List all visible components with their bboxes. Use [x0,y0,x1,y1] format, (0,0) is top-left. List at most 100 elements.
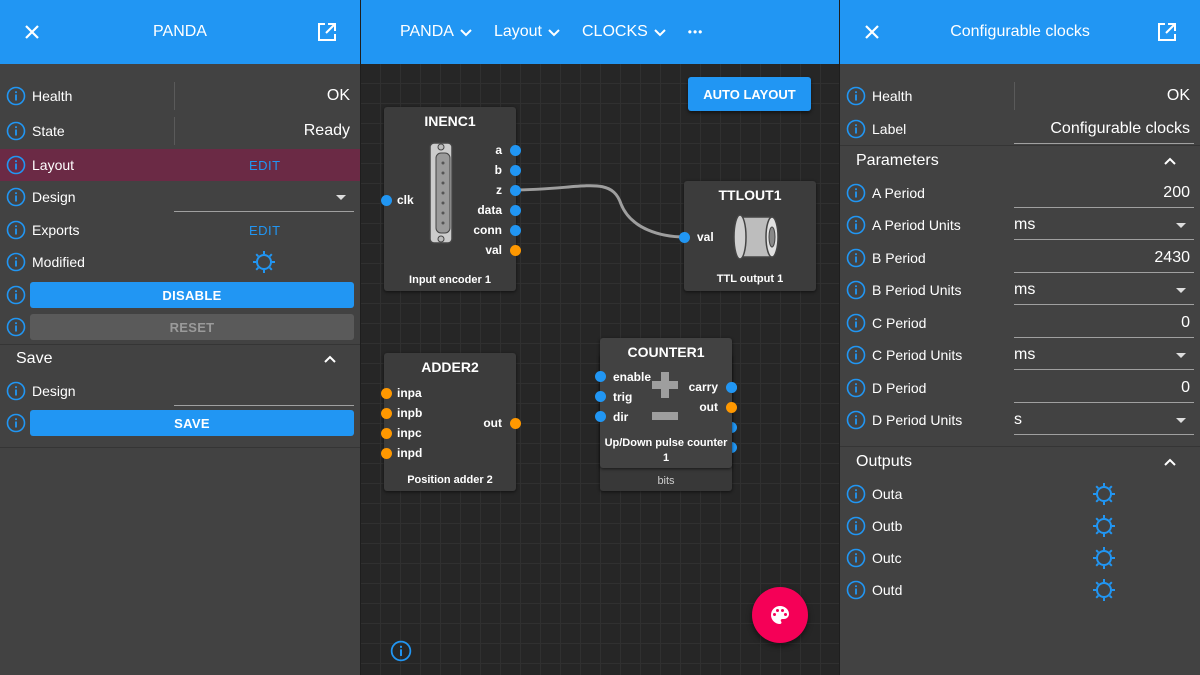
info-icon[interactable] [6,381,26,401]
info-icon[interactable] [846,183,866,203]
port-inpb[interactable] [381,408,392,419]
chevron-up-icon[interactable] [1162,153,1178,169]
save-section-header[interactable]: Save [0,344,360,374]
open-in-new-icon[interactable] [1156,21,1178,43]
b-period-input[interactable]: 2430 [1014,243,1194,273]
led-indicator-icon [1092,514,1116,538]
info-icon[interactable] [846,516,866,536]
block-ttlout1[interactable]: TTLOUT1 val TTL output 1 [679,181,816,291]
info-icon[interactable] [6,155,26,175]
state-row: State Ready [0,115,360,147]
palette-fab[interactable] [752,587,808,643]
a-units-select[interactable]: ms [1014,210,1194,240]
port-inpd[interactable] [381,448,392,459]
parameters-section-header[interactable]: Parameters [840,146,1200,176]
led-indicator-icon [1092,482,1116,506]
chevron-down-icon [458,24,474,40]
menu-layout[interactable]: Layout [494,23,562,41]
info-icon[interactable] [846,378,866,398]
c-period-input[interactable]: 0 [1014,308,1194,338]
layout-row[interactable]: Layout EDIT [0,149,360,181]
encoder-connector-icon [429,142,453,244]
auto-layout-button[interactable]: AUTO LAYOUT [688,77,811,111]
info-icon[interactable] [846,280,866,300]
layout-canvas[interactable]: AUTO LAYOUT INENC1 clk a b z data conn v… [361,64,839,675]
led-indicator-icon [252,250,276,274]
block-counter1[interactable]: COUNTER1 enable trig dir carry out Up/Do… [595,338,737,468]
info-icon[interactable] [846,119,866,139]
palette-icon [771,606,789,624]
d-units-row: D Period Units s [840,404,1200,436]
outputs-section-header[interactable]: Outputs [840,447,1200,477]
info-icon[interactable] [6,252,26,272]
more-menu-icon[interactable]: ••• [688,25,704,39]
right-panel: Health OK Label Configurable clocks Para… [840,64,1200,675]
info-icon[interactable] [6,121,26,141]
open-in-new-icon[interactable] [316,21,338,43]
menu-panda[interactable]: PANDA [400,23,474,41]
d-period-input[interactable]: 0 [1014,373,1194,403]
chevron-down-icon [546,24,562,40]
info-icon[interactable] [846,86,866,106]
info-icon[interactable] [846,215,866,235]
port-z[interactable] [510,185,521,196]
exports-row: Exports EDIT [0,214,360,246]
chevron-up-icon[interactable] [1162,454,1178,470]
port-out[interactable] [510,418,521,429]
port-trig[interactable] [595,391,606,402]
info-icon[interactable] [846,548,866,568]
r-health-row: Health OK [840,80,1200,112]
port-counter-out[interactable] [726,402,737,413]
plus-minus-icon [652,372,678,420]
info-icon[interactable] [6,413,26,433]
reset-button: RESET [30,314,354,340]
port-b[interactable] [510,165,521,176]
info-icon[interactable] [6,220,26,240]
port-val[interactable] [510,245,521,256]
port-a[interactable] [510,145,521,156]
design-row: Design [0,181,360,213]
block-adder2[interactable]: ADDER2 inpa inpb inpc inpd out Position … [381,353,521,491]
b-period-row: B Period 2430 [840,242,1200,274]
port-clk[interactable] [381,195,392,206]
info-icon[interactable] [6,86,26,106]
info-icon[interactable] [846,410,866,430]
info-icon[interactable] [6,285,26,305]
d-units-select[interactable]: s [1014,405,1194,435]
info-icon[interactable] [846,248,866,268]
port-ttl-val[interactable] [679,232,690,243]
menu-clocks[interactable]: CLOCKS [582,23,668,41]
port-inpa[interactable] [381,388,392,399]
block-inenc1[interactable]: INENC1 clk a b z data conn val Input enc… [381,107,521,291]
port-data[interactable] [510,205,521,216]
left-panel: Health OK State Ready Layout EDIT Design… [0,64,360,675]
port-inpc[interactable] [381,428,392,439]
layout-edit-link[interactable]: EDIT [249,158,281,173]
label-input[interactable]: Configurable clocks [1014,114,1194,144]
info-icon[interactable] [390,640,412,662]
c-units-select[interactable]: ms [1014,340,1194,370]
output-row-outc: Outc [840,542,1200,574]
info-icon[interactable] [846,580,866,600]
disable-button[interactable]: DISABLE [30,282,354,308]
port-carry[interactable] [726,382,737,393]
info-icon[interactable] [846,484,866,504]
disable-row: DISABLE [0,279,360,311]
breadcrumb-menu: PANDA Layout CLOCKS ••• [361,23,723,41]
info-icon[interactable] [6,187,26,207]
health-row: Health OK [0,80,360,112]
output-row-outd: Outd [840,574,1200,606]
design-select[interactable] [174,182,354,212]
b-units-select[interactable]: ms [1014,275,1194,305]
exports-edit-link[interactable]: EDIT [249,223,281,238]
port-conn[interactable] [510,225,521,236]
info-icon[interactable] [846,345,866,365]
save-button[interactable]: SAVE [30,410,354,436]
info-icon[interactable] [6,317,26,337]
info-icon[interactable] [846,313,866,333]
port-enable[interactable] [595,371,606,382]
port-dir[interactable] [595,411,606,422]
save-design-input[interactable] [174,376,354,406]
chevron-up-icon[interactable] [322,351,338,367]
a-period-input[interactable]: 200 [1014,178,1194,208]
